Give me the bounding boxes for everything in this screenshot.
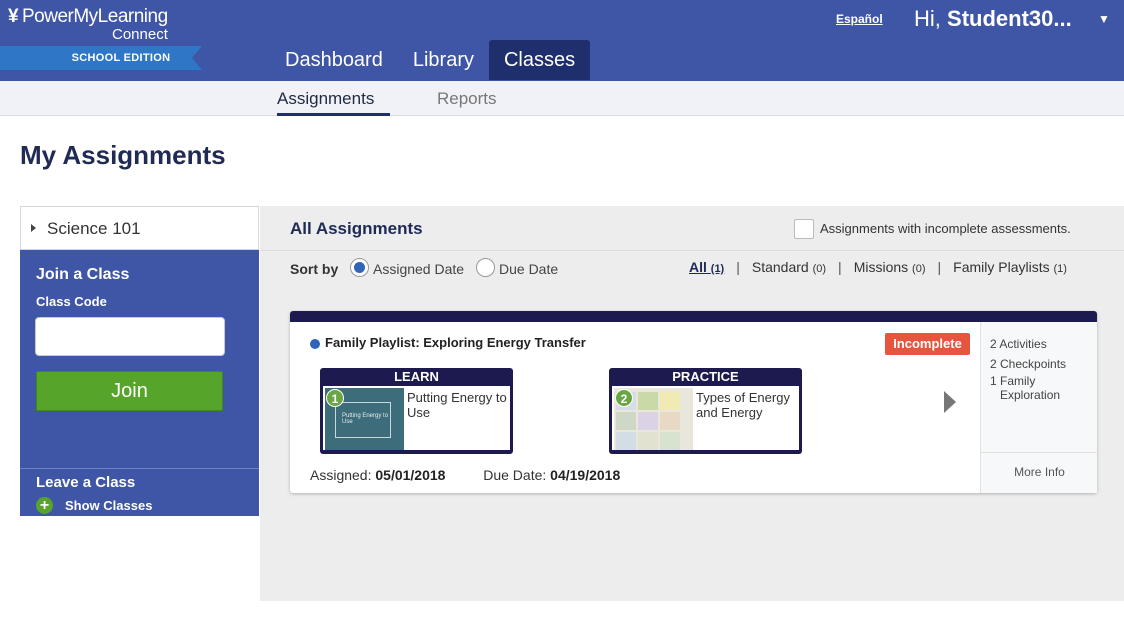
- filter-standard-count: (0): [812, 263, 827, 275]
- class-code-label: Class Code: [36, 294, 107, 309]
- more-info-button[interactable]: More Info: [981, 452, 1098, 493]
- filter-all[interactable]: All (1): [689, 259, 724, 275]
- assignment-summary: 2 Activities 2 Checkpoints 1 Family Expl…: [980, 322, 1098, 493]
- chalkboard-icon: Putting Energy to Use: [335, 402, 391, 438]
- all-assignments-title: All Assignments: [290, 219, 423, 238]
- stat-checkpoints: 2 Checkpoints: [990, 357, 1067, 371]
- thumbnail-text: Putting Energy to Use: [342, 413, 389, 425]
- stat-activities: 2 Activities: [990, 337, 1047, 351]
- assignments-header: All Assignments Assignments with incompl…: [260, 206, 1124, 251]
- nav-dashboard[interactable]: Dashboard: [270, 40, 398, 80]
- sort-due-date-radio[interactable]: [476, 258, 495, 277]
- user-greeting[interactable]: Hi, Student30...: [914, 6, 1072, 32]
- filter-family-playlists[interactable]: Family Playlists (1): [953, 259, 1067, 275]
- logo-main-text: PowerMyLearning: [22, 6, 168, 27]
- show-classes-button[interactable]: + Show Classes: [36, 497, 152, 514]
- class-code-input[interactable]: [35, 317, 225, 356]
- class-selector-label: Science 101: [47, 219, 141, 238]
- top-header: ¥ PowerMyLearning Connect SCHOOL EDITION …: [0, 0, 1124, 81]
- filter-missions[interactable]: Missions (0): [854, 259, 926, 275]
- sub-nav: Assignments Reports: [0, 81, 1124, 116]
- filter-all-count: (1): [710, 263, 725, 275]
- filter-missions-label: Missions: [853, 259, 909, 275]
- due-date: 04/19/2018: [550, 467, 621, 483]
- powermylearning-logo[interactable]: ¥ PowerMyLearning Connect SCHOOL EDITION: [0, 6, 202, 70]
- due-label: Due Date:: [483, 467, 547, 483]
- logo-sub-text: Connect: [112, 26, 168, 43]
- tile-activity-name: Putting Energy to Use: [407, 390, 507, 420]
- thumb-cell: [660, 392, 680, 410]
- tile-body: Putting Energy to Use 1 Putting Energy t…: [323, 386, 510, 450]
- sort-due-date-label[interactable]: Due Date: [499, 261, 558, 277]
- tab-reports[interactable]: Reports: [437, 89, 497, 109]
- assignment-type-filters: All (1) | Standard (0) | Missions (0) | Family…: [689, 259, 1067, 275]
- thumb-cell: [616, 432, 636, 450]
- thumb-cell: [638, 412, 658, 430]
- assignment-title[interactable]: Family Playlist: Exploring Energy Transf…: [325, 335, 586, 350]
- incomplete-assessments-checkbox[interactable]: [794, 219, 814, 239]
- tile-stage-label: PRACTICE: [672, 369, 739, 384]
- filter-all-label: All: [689, 259, 707, 275]
- thumb-cell: [616, 412, 636, 430]
- page-title: My Assignments: [20, 140, 226, 170]
- nav-classes[interactable]: Classes: [488, 40, 591, 80]
- assignments-area: All Assignments Assignments with incompl…: [260, 206, 1124, 601]
- filter-separator: |: [736, 259, 740, 275]
- status-badge: Incomplete: [885, 333, 970, 355]
- tile-stage-label: LEARN: [394, 369, 439, 384]
- filter-family-playlists-label: Family Playlists: [953, 259, 1050, 275]
- sort-assigned-date-label[interactable]: Assigned Date: [373, 261, 464, 277]
- stat-family-exploration: 1 Family Exploration: [990, 374, 1061, 402]
- activity-tile-learn[interactable]: LEARN Putting Energy to Use 1 Putting En…: [320, 368, 513, 454]
- activity-tile-practice[interactable]: PRACTICE 2 Types of Energy and Energy: [609, 368, 802, 454]
- assignment-card: Family Playlist: Exploring Energy Transf…: [290, 311, 1098, 493]
- join-class-title: Join a Class: [36, 266, 130, 283]
- card-top-bar: [290, 311, 1097, 322]
- panel-divider: [20, 468, 259, 469]
- tile-body: 2 Types of Energy and Energy: [612, 386, 799, 450]
- sort-assigned-date-radio[interactable]: [350, 258, 369, 277]
- class-selector[interactable]: Science 101: [20, 206, 259, 250]
- language-link[interactable]: Español: [836, 12, 883, 26]
- tab-assignments[interactable]: Assignments: [277, 89, 374, 109]
- assigned-date: 05/01/2018: [375, 467, 446, 483]
- assigned-label: Assigned:: [310, 467, 372, 483]
- thumb-cell: [660, 432, 680, 450]
- greeting-prefix: Hi,: [914, 6, 941, 31]
- main-nav: Dashboard Library Classes: [270, 40, 591, 80]
- tile-number-badge: 1: [326, 389, 344, 407]
- tile-number-badge: 2: [615, 389, 633, 407]
- filter-family-playlists-count: (1): [1053, 263, 1067, 275]
- school-edition-ribbon: SCHOOL EDITION: [0, 46, 202, 70]
- join-class-panel: Join a Class Class Code Join Leave a Cla…: [20, 250, 259, 516]
- user-name: Student30...: [947, 6, 1072, 31]
- sort-label: Sort by: [290, 261, 339, 277]
- thumb-cell: [660, 412, 680, 430]
- figure-icon: ¥: [8, 6, 19, 27]
- chevron-down-icon[interactable]: ▼: [1098, 12, 1110, 26]
- caret-right-icon: [31, 224, 36, 232]
- show-classes-label: Show Classes: [65, 498, 153, 513]
- status-dot-icon: [310, 339, 320, 349]
- incomplete-assessments-label: Assignments with incomplete assessments.: [820, 221, 1071, 236]
- thumb-cell: [638, 432, 658, 450]
- active-tab-indicator: [277, 113, 390, 116]
- filter-standard[interactable]: Standard (0): [752, 259, 826, 275]
- leave-class-title: Leave a Class: [36, 474, 136, 491]
- filter-separator: |: [937, 259, 942, 275]
- plus-icon: +: [36, 497, 53, 514]
- assignment-dates: Assigned: 05/01/2018 Due Date: 04/19/201…: [310, 467, 620, 483]
- filter-separator: |: [838, 259, 842, 275]
- filter-missions-count: (0): [912, 263, 926, 275]
- next-arrow-icon[interactable]: [944, 391, 956, 413]
- nav-library[interactable]: Library: [398, 40, 489, 80]
- tile-activity-name: Types of Energy and Energy: [696, 390, 790, 420]
- filter-standard-label: Standard: [751, 259, 809, 275]
- thumb-cell: [638, 392, 658, 410]
- join-button[interactable]: Join: [36, 371, 223, 411]
